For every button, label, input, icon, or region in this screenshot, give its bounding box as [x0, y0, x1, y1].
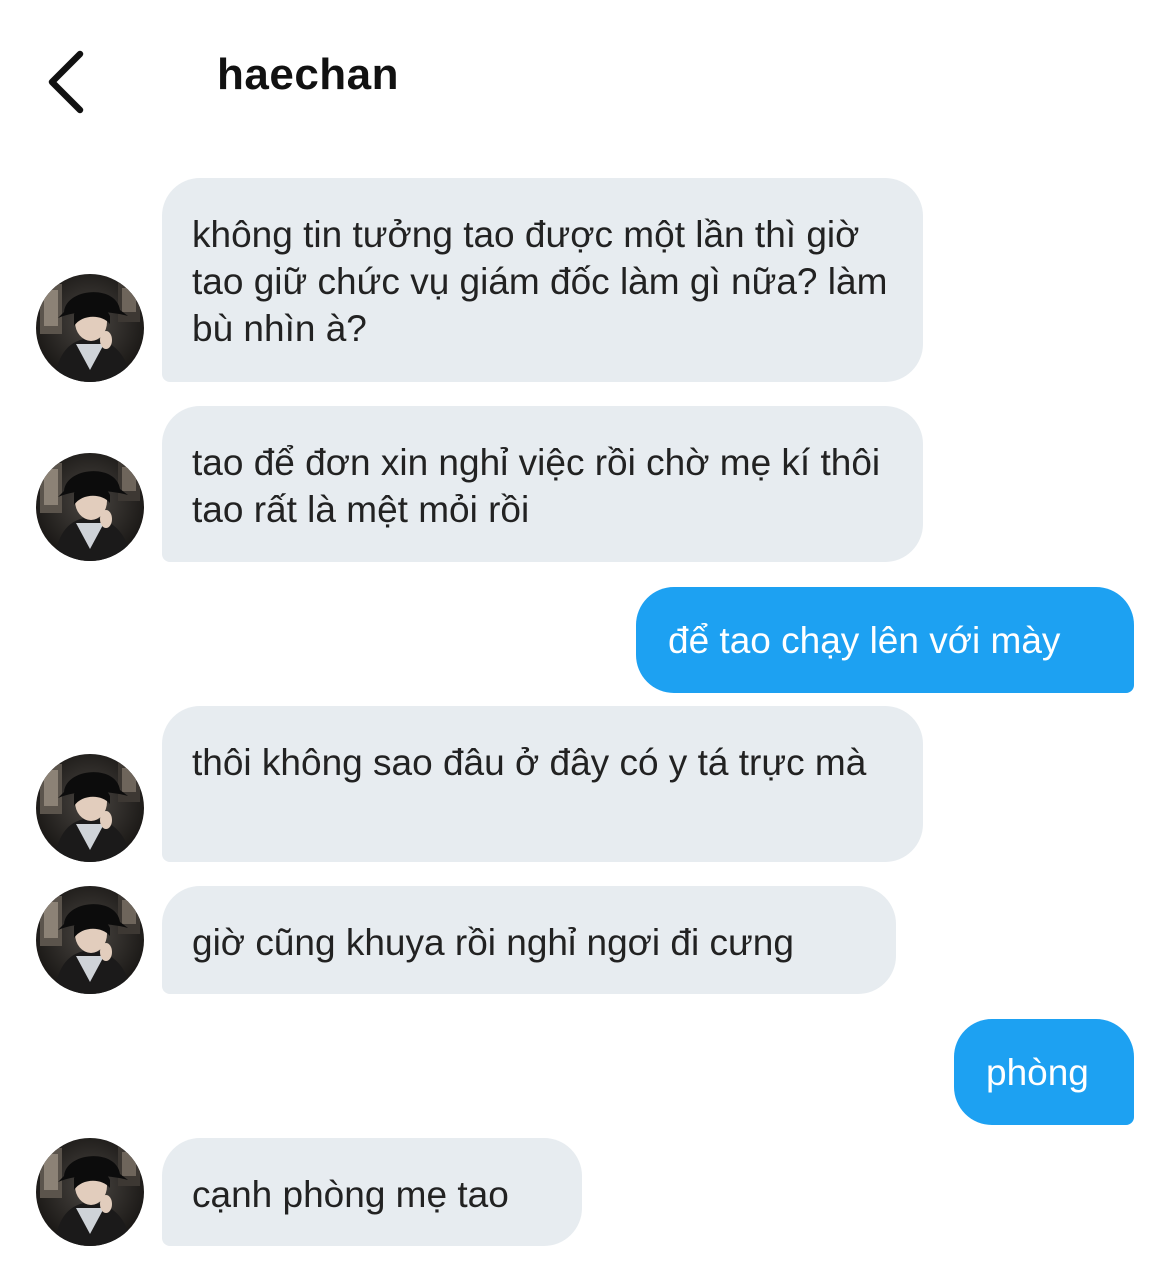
outgoing-message-bubble[interactable]: để tao chạy lên với mày — [636, 587, 1134, 693]
incoming-message-bubble[interactable]: thôi không sao đâu ở đây có y tá trực mà — [162, 706, 923, 862]
incoming-message-bubble[interactable]: giờ cũng khuya rồi nghỉ ngơi đi cưng — [162, 886, 896, 994]
message-text: không tin tưởng tao được một lần thì giờ… — [192, 214, 888, 349]
avatar[interactable] — [36, 453, 144, 561]
contact-name[interactable]: haechan — [217, 50, 399, 100]
avatar[interactable] — [36, 754, 144, 862]
incoming-message-bubble[interactable]: không tin tưởng tao được một lần thì giờ… — [162, 178, 923, 382]
avatar[interactable] — [36, 886, 144, 994]
outgoing-message-bubble[interactable]: phòng — [954, 1019, 1134, 1125]
chevron-left-icon — [40, 44, 100, 114]
message-text: để tao chạy lên với mày — [668, 620, 1061, 661]
avatar[interactable] — [36, 274, 144, 382]
message-text: thôi không sao đâu ở đây có y tá trực mà — [192, 742, 867, 783]
chat-header: haechan — [0, 0, 1169, 150]
message-text: cạnh phòng mẹ tao — [192, 1174, 509, 1215]
message-text: tao để đơn xin nghỉ việc rồi chờ mẹ kí t… — [192, 442, 881, 530]
message-text: phòng — [986, 1052, 1089, 1093]
avatar[interactable] — [36, 1138, 144, 1246]
incoming-message-bubble[interactable]: tao để đơn xin nghỉ việc rồi chờ mẹ kí t… — [162, 406, 923, 562]
message-text: giờ cũng khuya rồi nghỉ ngơi đi cưng — [192, 922, 794, 963]
incoming-message-bubble[interactable]: cạnh phòng mẹ tao — [162, 1138, 582, 1246]
back-button[interactable] — [40, 44, 100, 114]
